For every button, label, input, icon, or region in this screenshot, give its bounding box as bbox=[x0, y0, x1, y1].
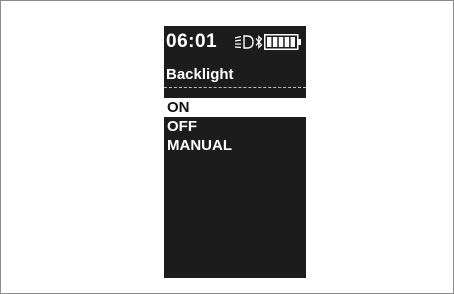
battery-cell bbox=[272, 37, 278, 47]
status-bar: 06:01 bbox=[164, 31, 306, 53]
battery-cell bbox=[284, 37, 290, 47]
title-divider bbox=[164, 87, 306, 88]
device-screen: 06:01 Backlight ON OFF MANUAL bbox=[164, 26, 306, 278]
menu-item-manual[interactable]: MANUAL bbox=[164, 136, 306, 155]
menu-item-on[interactable]: ON bbox=[164, 98, 306, 117]
screen-title: Backlight bbox=[166, 66, 234, 83]
battery-cell bbox=[267, 37, 272, 47]
backlight-menu: ON OFF MANUAL bbox=[164, 98, 306, 155]
bluetooth-icon bbox=[255, 35, 263, 49]
battery-icon bbox=[264, 34, 301, 50]
clock-time: 06:01 bbox=[166, 31, 218, 52]
headlight-icon bbox=[234, 35, 254, 49]
battery-cell bbox=[290, 37, 295, 47]
image-frame: 06:01 Backlight ON OFF MANUAL bbox=[0, 0, 454, 294]
menu-item-off[interactable]: OFF bbox=[164, 117, 306, 136]
battery-cell bbox=[278, 37, 284, 47]
